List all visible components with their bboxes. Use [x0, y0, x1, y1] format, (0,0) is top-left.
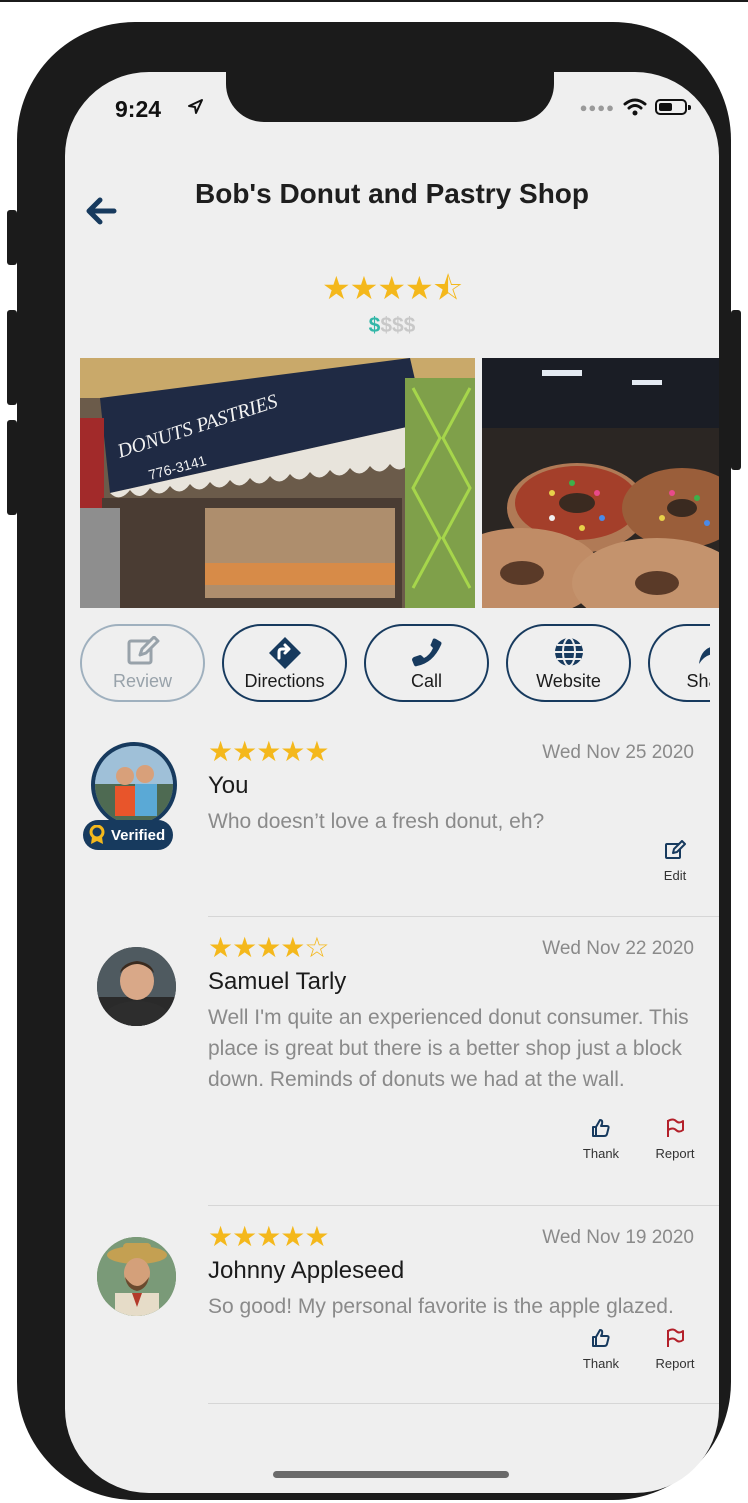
silent-switch [7, 210, 17, 265]
home-indicator[interactable] [273, 1471, 509, 1478]
thumbs-up-icon [592, 1119, 610, 1137]
review-text: So good! My personal favorite is the app… [208, 1295, 674, 1318]
review-divider [208, 1403, 719, 1404]
review-divider [208, 1205, 719, 1206]
review-actions: Thank Report [577, 1328, 699, 1371]
review-button[interactable]: Review [80, 624, 205, 702]
status-time: 9:24 [115, 96, 162, 122]
review-date: Wed Nov 25 2020 [542, 742, 694, 763]
award-ribbon-icon [89, 825, 105, 844]
review-divider [208, 916, 719, 917]
report-button[interactable]: Report [651, 1328, 699, 1371]
top-border [0, 0, 748, 2]
call-button[interactable]: Call [364, 624, 489, 702]
review-date: Wed Nov 22 2020 [542, 938, 694, 959]
directions-button[interactable]: Directions [222, 624, 347, 702]
review-text: Well I'm quite an experienced donut cons… [208, 1006, 689, 1091]
overall-rating-stars: ★★★★⯪ [321, 270, 463, 306]
verified-badge-label: Verified [111, 826, 166, 844]
review-button-label: Review [112, 671, 173, 691]
thank-label: Thank [582, 1356, 620, 1371]
volume-down-button [7, 420, 17, 515]
flag-icon [667, 1328, 684, 1347]
review-stars: ★★★★★ [208, 736, 330, 767]
review-actions: Thank Report [577, 1118, 699, 1161]
review-author: Johnny Appleseed [208, 1257, 405, 1284]
call-button-label: Call [410, 671, 442, 691]
edit-icon [665, 840, 686, 859]
thank-button[interactable]: Thank [577, 1328, 625, 1371]
avatar[interactable] [97, 947, 176, 1026]
signal-dots-icon: ●●●● [579, 99, 615, 115]
avatar[interactable] [91, 742, 177, 828]
report-label: Report [655, 1146, 695, 1161]
phone-icon [411, 638, 441, 667]
review-actions: Edit [651, 840, 699, 883]
review-text: Who doesn’t love a fresh donut, eh? [208, 810, 545, 833]
notch [226, 72, 554, 122]
shop-photo-donuts[interactable] [482, 358, 719, 608]
arrow-left-icon [86, 197, 117, 225]
share-button-label: Share [686, 671, 710, 691]
back-button[interactable] [85, 196, 117, 231]
review-item: Verified ★★★★★ Wed Nov 25 2020 You Who d… [65, 736, 719, 916]
review-author: Samuel Tarly [208, 968, 347, 995]
directions-button-label: Directions [244, 671, 325, 691]
page-title: Bob's Donut and Pastry Shop [195, 178, 590, 209]
volume-up-button [7, 310, 17, 405]
shop-photo-storefront[interactable]: DONUTS PASTRIES 776-3141 [80, 358, 475, 608]
review-date: Wed Nov 19 2020 [542, 1227, 694, 1248]
share-icon [698, 647, 710, 664]
review-stars: ★★★★★ [208, 1221, 330, 1252]
report-label: Report [655, 1356, 695, 1371]
edit-review-button[interactable]: Edit [651, 840, 699, 883]
globe-icon [554, 637, 583, 667]
flag-icon [667, 1118, 684, 1137]
edit-icon [127, 636, 159, 665]
thank-label: Thank [582, 1146, 620, 1161]
price-off: $$$ [380, 314, 416, 337]
directions-icon [268, 637, 301, 669]
review-item: ★★★★★ Wed Nov 19 2020 Johnny Appleseed S… [65, 1221, 719, 1401]
review-author: You [208, 772, 249, 799]
thumbs-up-icon [592, 1329, 610, 1347]
thank-button[interactable]: Thank [577, 1118, 625, 1161]
edit-label: Edit [663, 868, 687, 883]
screen: 9:24 ●●●● Bob's Donut and Pastry Shop ★★… [65, 72, 719, 1493]
battery-icon [655, 99, 691, 115]
report-button[interactable]: Report [651, 1118, 699, 1161]
review-stars: ★★★★☆ [208, 932, 330, 963]
price-level: $$$$ [65, 314, 719, 338]
action-buttons-row: Review Directions Call Website Sh [80, 624, 710, 704]
wifi-icon [623, 98, 647, 116]
avatar[interactable] [97, 1237, 176, 1316]
price-on: $ [368, 314, 381, 337]
share-button[interactable]: Share [648, 624, 710, 702]
location-arrow-icon [187, 98, 204, 120]
website-button-label: Website [536, 671, 601, 691]
power-button [731, 310, 741, 470]
verified-badge: Verified [83, 820, 174, 850]
website-button[interactable]: Website [506, 624, 631, 702]
phone-frame: 9:24 ●●●● Bob's Donut and Pastry Shop ★★… [17, 22, 731, 1500]
review-item: ★★★★☆ Wed Nov 22 2020 Samuel Tarly Well … [65, 932, 719, 1187]
status-icons: ●●●● [579, 98, 691, 116]
